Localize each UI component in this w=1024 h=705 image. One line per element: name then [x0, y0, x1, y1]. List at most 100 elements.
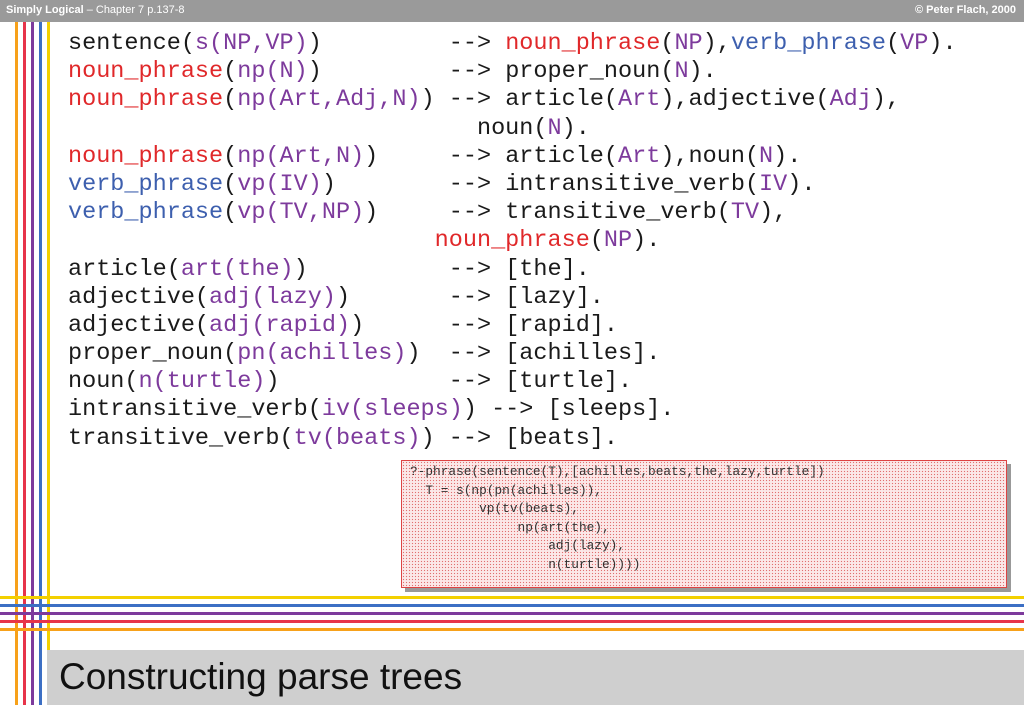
code-token: noun_phrase — [505, 30, 661, 57]
vertical-stripe — [39, 22, 42, 705]
code-token: adjective( — [68, 283, 210, 311]
code-token: ( — [223, 142, 238, 170]
code-token: IV — [759, 170, 788, 198]
code-token: Art — [618, 142, 661, 170]
code-line: verb_phrase(vp(TV,NP)) --> transitive_ve… — [68, 199, 957, 227]
code-token: ) --> article( — [364, 142, 619, 170]
code-line: article(art(the)) --> [the]. — [68, 256, 957, 284]
code-token: Adj — [829, 86, 872, 114]
code-token: n(turtle) — [138, 368, 266, 396]
code-token: proper_noun( — [68, 340, 238, 368]
code-token: ) --> transitive_verb( — [364, 199, 731, 227]
code-token: noun( — [68, 114, 548, 142]
title-bar: Constructing parse trees — [47, 650, 1024, 705]
code-line: noun_phrase(np(Art,N)) --> article(Art),… — [68, 143, 957, 171]
horizontal-stripe — [0, 620, 1024, 623]
code-token: ). — [773, 142, 802, 170]
code-token: N — [759, 142, 774, 170]
grammar-code: sentence(s(NP,VP)) --> noun_phrase(NP),v… — [68, 30, 957, 453]
code-line: noun_phrase(NP). — [68, 227, 957, 255]
code-token: np(Art,N) — [237, 142, 365, 170]
code-token: ) --> [sleeps]. — [462, 396, 675, 424]
code-token: verb_phrase — [68, 170, 224, 198]
code-token: transitive_verb( — [68, 424, 294, 452]
output-line: adj(lazy), — [410, 538, 626, 554]
code-token: TV — [730, 199, 760, 227]
code-token: ),adjective( — [660, 86, 830, 114]
code-token: ( — [223, 199, 238, 227]
code-line: adjective(adj(rapid)) --> [rapid]. — [68, 312, 957, 340]
vertical-stripe — [31, 22, 34, 705]
code-token: intransitive_verb( — [68, 396, 322, 424]
code-token: adj(lazy) — [209, 283, 336, 311]
code-token: ). — [561, 114, 590, 142]
code-token: ) --> [achilles]. — [406, 340, 661, 368]
code-token: N — [547, 114, 562, 142]
vertical-stripe — [23, 22, 26, 705]
code-line: verb_phrase(vp(IV)) --> intransitive_ver… — [68, 171, 957, 199]
code-line: intransitive_verb(iv(sleeps)) --> [sleep… — [68, 396, 957, 424]
code-token: NP — [674, 30, 703, 57]
code-token: ( — [223, 58, 238, 86]
output-line: T = s(np(pn(achilles)), — [410, 482, 602, 498]
code-token: article( — [68, 255, 181, 283]
code-token: noun_phrase — [68, 142, 224, 170]
header-left: Simply Logical – Chapter 7 p.137-8 — [6, 4, 185, 16]
code-token: NP — [603, 227, 633, 255]
query-output: ?-phrase(sentence(T),[achilles,beats,the… — [402, 461, 1006, 575]
code-token: Art — [618, 86, 661, 114]
code-token: vp(IV) — [237, 170, 322, 198]
code-token: ),noun( — [660, 142, 760, 170]
code-line: transitive_verb(tv(beats)) --> [beats]. — [68, 425, 957, 453]
code-token: adjective( — [68, 311, 210, 339]
code-token: tv(beats) — [293, 424, 421, 452]
code-token: noun_phrase — [68, 58, 224, 86]
copyright: © Peter Flach, 2000 — [914, 4, 1016, 16]
code-token: noun( — [68, 368, 139, 396]
code-token: verb_phrase — [730, 30, 887, 57]
code-line: noun_phrase(np(N)) --> proper_noun(N). — [68, 58, 957, 86]
code-line: noun(N). — [68, 115, 957, 143]
code-token: ) --> [rapid]. — [350, 311, 619, 339]
code-token: ). — [787, 170, 816, 198]
code-token: adj(rapid) — [209, 311, 351, 339]
output-line: np(art(the), — [410, 519, 610, 535]
chapter-label: – Chapter 7 p.137-8 — [83, 4, 185, 16]
code-token: ( — [223, 170, 238, 198]
code-token: art(the) — [180, 255, 294, 283]
horizontal-stripe — [0, 604, 1024, 607]
code-token: ) --> intransitive_verb( — [321, 170, 760, 198]
code-line: adjective(adj(lazy)) --> [lazy]. — [68, 284, 957, 312]
code-token: ( — [223, 86, 238, 114]
code-token: iv(sleeps) — [321, 396, 463, 424]
code-token: ) --> proper_noun( — [307, 58, 675, 86]
book-title: Simply Logical — [6, 4, 84, 16]
code-token: VP — [900, 30, 929, 57]
code-token: ). — [688, 58, 717, 86]
code-token: ). — [632, 227, 661, 255]
code-token: np(Art,Adj,N) — [237, 86, 421, 114]
code-token: ), — [871, 86, 901, 114]
code-token: ( — [660, 30, 675, 57]
code-line: noun(n(turtle)) --> [turtle]. — [68, 368, 957, 396]
code-line: noun_phrase(np(Art,Adj,N)) --> article(A… — [68, 86, 957, 114]
code-token: ) --> [the]. — [293, 255, 590, 283]
code-token: ) --> article( — [420, 86, 619, 114]
horizontal-stripe — [0, 596, 1024, 599]
code-line: proper_noun(pn(achilles)) --> [achilles]… — [68, 340, 957, 368]
code-token: ) --> [lazy]. — [335, 283, 604, 311]
output-line: vp(tv(beats), — [410, 501, 579, 517]
slide-title: Constructing parse trees — [59, 656, 463, 697]
code-token: noun_phrase — [68, 86, 224, 114]
horizontal-stripe — [0, 612, 1024, 615]
code-token: s(NP,VP) — [194, 30, 308, 57]
code-token: ) --> [beats]. — [420, 424, 618, 452]
horizontal-stripe — [0, 628, 1024, 631]
code-token: noun_phrase — [434, 227, 590, 255]
code-token: ( — [886, 30, 901, 57]
code-token: ), — [702, 30, 731, 57]
code-line: sentence(s(NP,VP)) --> noun_phrase(NP),v… — [68, 30, 957, 58]
code-token: vp(TV,NP) — [237, 199, 365, 227]
vertical-stripe — [47, 22, 50, 705]
